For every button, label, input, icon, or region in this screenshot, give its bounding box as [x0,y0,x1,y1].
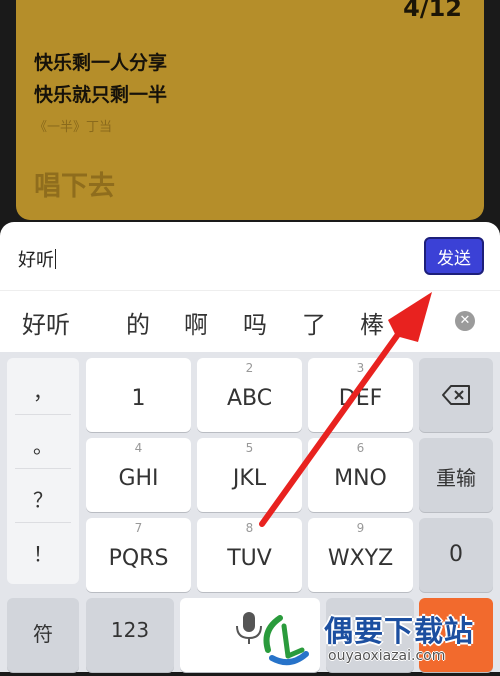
key-label: JKL [232,466,267,491]
candidate-item[interactable]: 了 [302,305,326,340]
lyric-card[interactable]: 4/12 快乐剩一人分享 快乐就只剩一半 《一半》丁当 唱下去 [16,0,484,220]
candidate-item[interactable]: 好听 [22,305,70,340]
key-digit: 8 [245,521,254,535]
key-8-tuv[interactable]: 8 TUV [197,518,302,592]
key-label: 123 [110,618,150,642]
candidate-item[interactable]: 棒 [360,305,384,340]
key-digit: 5 [245,441,254,455]
numeric-mode-key[interactable]: 123 [86,598,174,672]
symbol-key[interactable]: 符 [7,598,79,672]
key-digit: 2 [245,361,254,375]
key-label: 符 [33,622,53,646]
divider [15,468,71,469]
key-2-abc[interactable]: 2 ABC [197,358,302,432]
send-button[interactable]: 发送 [424,237,484,275]
candidate-item[interactable]: 吗 [243,305,267,340]
lyric-line-1: 快乐剩一人分享 [34,52,168,74]
punct-comma-key[interactable]: ， [7,376,79,405]
key-1[interactable]: 1 [86,358,191,432]
card-big-title: 唱下去 [34,171,115,202]
close-circle-icon[interactable]: ✕ [455,311,475,331]
punctuation-column: ， 。 ？ ！ [7,358,79,584]
key-label: DEF [338,386,383,411]
comment-input-bar: 好听 发送 [0,222,500,290]
key-label: WXYZ [327,546,394,571]
comment-input[interactable]: 好听 [18,246,56,272]
key-digit: 3 [356,361,365,375]
key-9-wxyz[interactable]: 9 WXYZ [308,518,413,592]
punct-question-key[interactable]: ？ [7,484,79,513]
backspace-icon [442,385,470,405]
t9-keyboard: ， 。 ？ ！ 1 2 ABC 3 DEF 4 GHI 5 JKL 6 MNO [0,352,500,672]
comment-input-value: 好听 [18,250,54,271]
enter-key[interactable] [419,598,493,672]
key-label: ABC [226,386,273,411]
candidate-bar: 好听 的 啊 吗 了 棒 ✕ [0,290,500,353]
key-label: PQRS [108,546,169,571]
key-7-pqrs[interactable]: 7 PQRS [86,518,191,592]
key-label: 中 [360,622,380,646]
key-label: 重输 [436,466,476,490]
zero-key[interactable]: 0 [419,518,493,592]
key-label: MNO [334,466,387,491]
space-key[interactable] [180,598,320,672]
key-6-mno[interactable]: 6 MNO [308,438,413,512]
key-5-jkl[interactable]: 5 JKL [197,438,302,512]
key-label: GHI [118,466,159,491]
key-label: 0 [449,542,463,567]
text-caret [55,249,56,269]
key-4-ghi[interactable]: 4 GHI [86,438,191,512]
key-digit: 9 [356,521,365,535]
key-label: TUV [227,546,272,571]
divider [15,414,71,415]
song-credit: 《一半》丁当 [34,120,113,135]
backspace-key[interactable] [419,358,493,432]
key-digit: 4 [134,441,143,455]
candidate-item[interactable]: 啊 [184,305,208,340]
key-digit: 7 [134,521,143,535]
key-digit: 6 [356,441,365,455]
punct-exclaim-key[interactable]: ！ [7,538,79,567]
page-indicator: 4/12 [403,0,462,22]
candidate-item[interactable]: 的 [126,305,150,340]
lyric-line-2: 快乐就只剩一半 [34,84,168,106]
key-label: 1 [131,386,146,411]
language-switch-key[interactable]: 中 [326,598,414,672]
microphone-icon [236,612,262,644]
reenter-key[interactable]: 重输 [419,438,493,512]
punct-period-key[interactable]: 。 [7,430,79,459]
divider [15,522,71,523]
key-3-def[interactable]: 3 DEF [308,358,413,432]
